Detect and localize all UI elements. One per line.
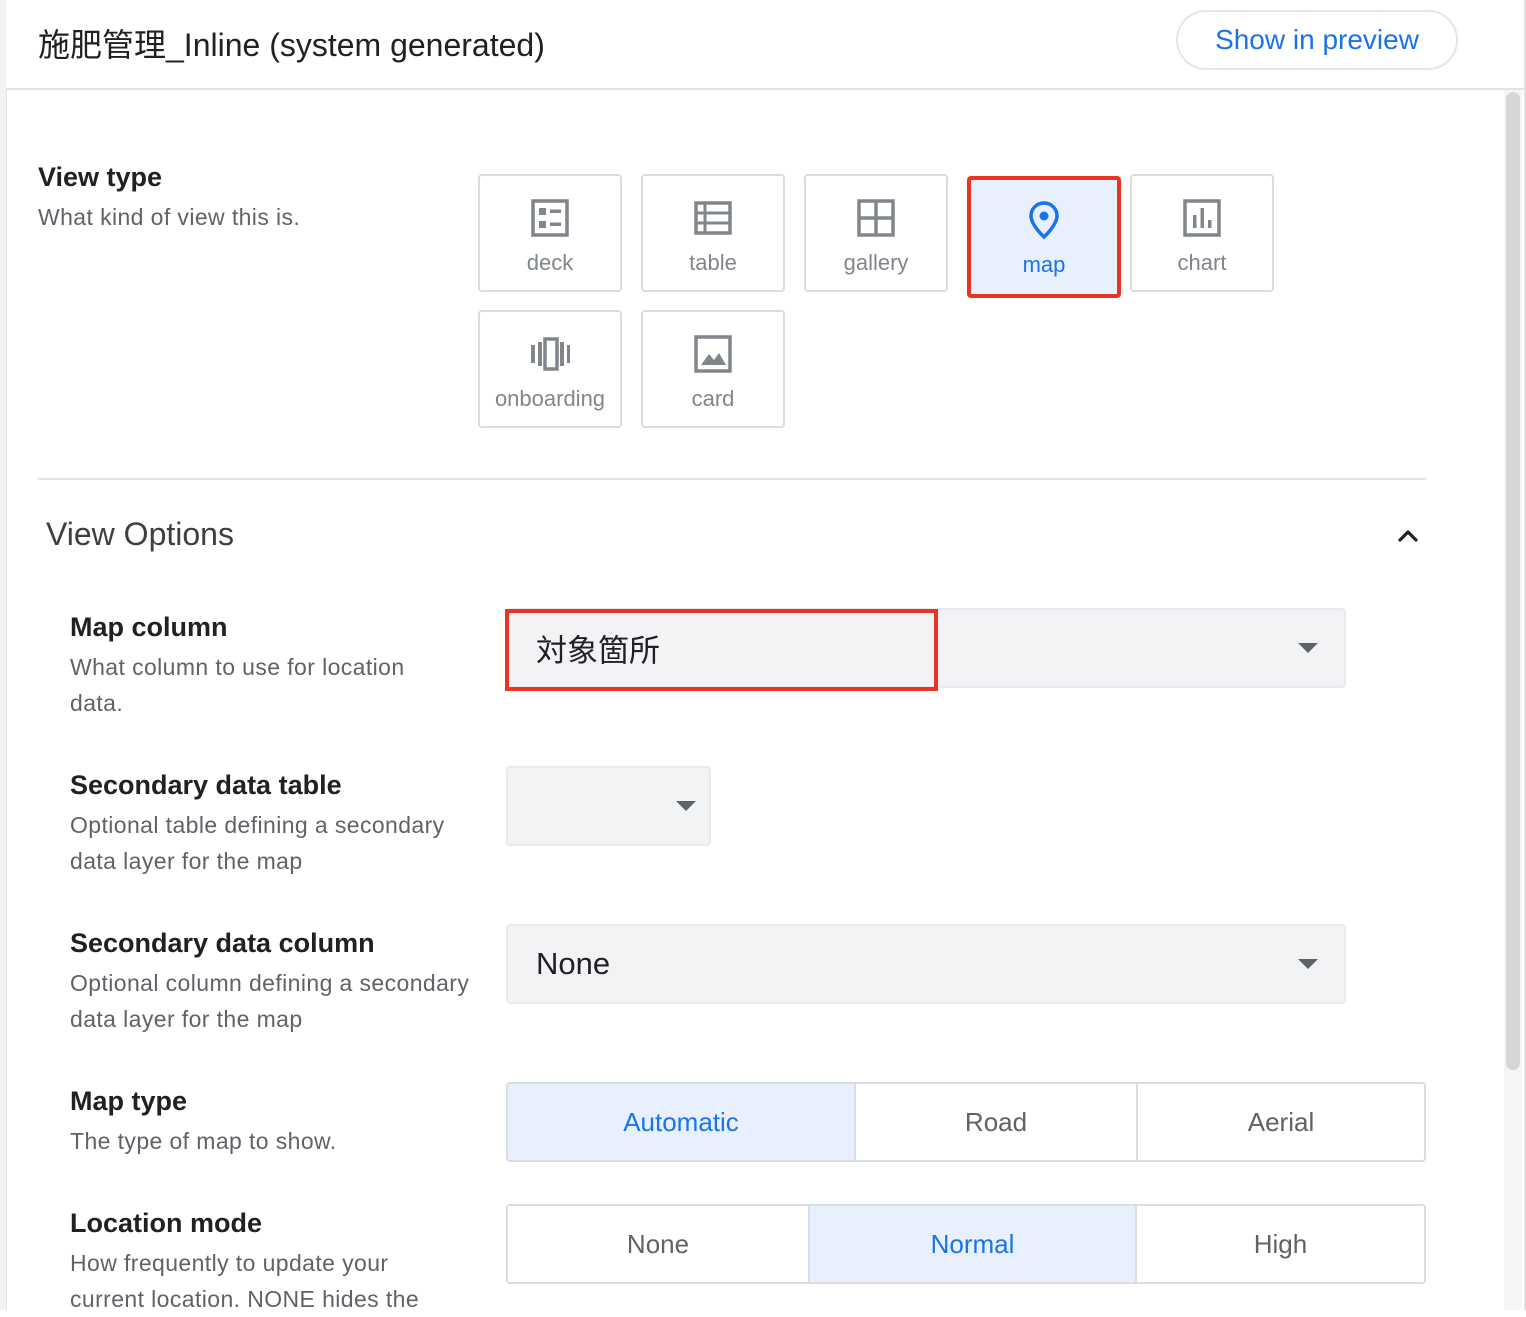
view-type-chart-label: chart [1177,250,1227,275]
view-type-map-label: map [1022,252,1066,277]
chevron-up-icon[interactable] [1394,522,1422,550]
map-type-road[interactable]: Road [856,1084,1138,1160]
chart-icon [1183,199,1221,237]
view-type-map[interactable]: map [967,176,1121,298]
section-divider [38,478,1426,480]
location-mode-none[interactable]: None [508,1206,810,1282]
location-mode-label: Location mode [70,1208,263,1238]
dropdown-arrow-icon [676,801,696,811]
map-pin-icon [1029,201,1059,240]
table-icon [694,201,732,235]
dropdown-arrow-icon [1298,643,1318,653]
secondary-column-description: Optional column defining a secondary dat… [70,970,470,1032]
view-type-deck[interactable]: deck [478,174,622,292]
view-type-table[interactable]: table [641,174,785,292]
left-panel-edge [0,0,7,1310]
location-mode-toggle[interactable]: None Normal High [506,1204,1426,1284]
view-type-onboarding-label: onboarding [494,386,606,411]
show-in-preview-button[interactable]: Show in preview [1176,10,1458,70]
secondary-column-value: None [536,946,611,981]
gallery-icon [857,199,895,237]
scrollbar-thumb[interactable] [1506,92,1520,1070]
view-type-chart[interactable]: chart [1130,174,1274,292]
map-column-dropdown[interactable]: 対象箇所 [506,608,1346,688]
map-type-label: Map type [70,1086,188,1116]
location-mode-normal[interactable]: Normal [810,1206,1137,1282]
secondary-column-dropdown[interactable]: None [506,924,1346,1004]
scrollbar[interactable] [1504,90,1522,1310]
view-editor-header: 施肥管理_Inline (system generated) Show in p… [6,0,1524,90]
map-column-value: 対象箇所 [536,633,660,669]
secondary-table-description: Optional table defining a secondary data… [70,812,445,874]
onboarding-icon [531,337,570,371]
view-type-label: View type [38,162,163,192]
view-type-description: What kind of view this is. [38,204,301,230]
map-type-automatic[interactable]: Automatic [508,1084,856,1160]
map-type-toggle[interactable]: Automatic Road Aerial [506,1082,1426,1162]
view-type-table-label: table [689,250,737,275]
view-type-onboarding[interactable]: onboarding [478,310,622,428]
view-type-card[interactable]: card [641,310,785,428]
map-type-aerial[interactable]: Aerial [1138,1084,1424,1160]
map-column-label: Map column [70,612,228,642]
deck-icon [531,199,569,237]
map-type-description: The type of map to show. [70,1128,337,1154]
map-column-description: What column to use for location data. [70,654,405,716]
secondary-table-label: Secondary data table [70,770,342,800]
secondary-table-dropdown[interactable] [506,766,711,846]
view-options-title: View Options [46,516,234,552]
view-type-gallery-label: gallery [843,250,909,275]
location-mode-high[interactable]: High [1137,1206,1424,1282]
card-icon [694,335,732,373]
view-type-card-label: card [691,386,735,411]
view-type-gallery[interactable]: gallery [804,174,948,292]
view-type-deck-label: deck [526,250,574,275]
location-mode-description: How frequently to update your current lo… [70,1250,420,1312]
secondary-column-label: Secondary data column [70,928,375,958]
dropdown-arrow-icon [1298,959,1318,969]
view-title: 施肥管理_Inline (system generated) [38,27,545,63]
